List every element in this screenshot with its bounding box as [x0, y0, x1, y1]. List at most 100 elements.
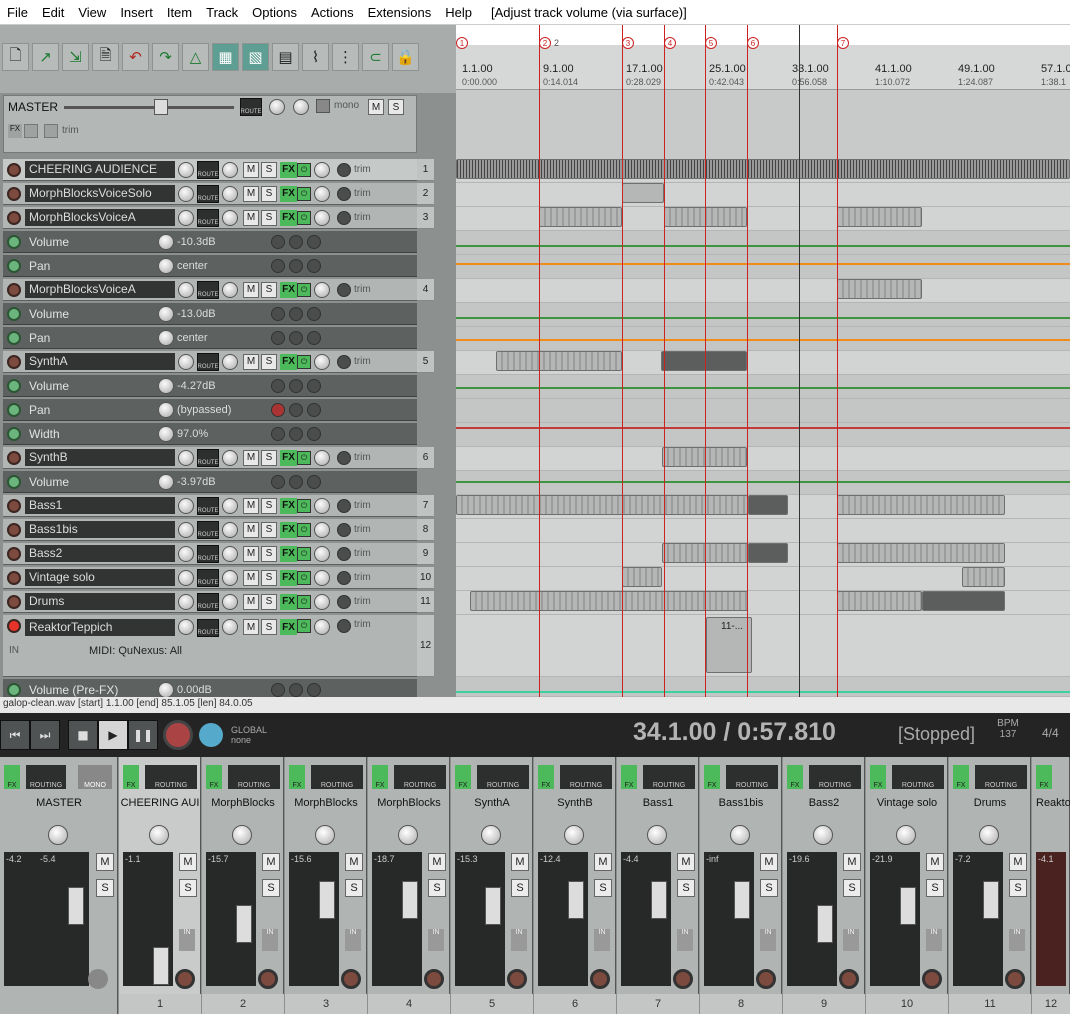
- envelope-lane[interactable]: [456, 303, 1070, 327]
- mute-button[interactable]: M: [262, 853, 280, 871]
- track-name[interactable]: MorphBlocksVoiceA: [25, 209, 175, 226]
- envelope-arm-icon[interactable]: [7, 402, 21, 417]
- record-arm-button[interactable]: [7, 522, 21, 537]
- volume-fader[interactable]: [319, 881, 335, 919]
- fx-button[interactable]: FX: [280, 281, 297, 298]
- track-name[interactable]: ReaktorTeppich: [25, 619, 175, 636]
- phase-icon[interactable]: [314, 521, 330, 538]
- pan-knob[interactable]: [149, 825, 169, 845]
- volume-knob[interactable]: [222, 449, 238, 466]
- master-fader[interactable]: [68, 887, 84, 925]
- route-button[interactable]: ROUTE: [197, 184, 219, 203]
- phase-icon[interactable]: [314, 353, 330, 370]
- go-to-end-button[interactable]: ⏭: [30, 720, 60, 750]
- phase-icon[interactable]: [314, 497, 330, 514]
- menu-view[interactable]: View: [71, 5, 113, 20]
- envelope-icon[interactable]: [337, 594, 351, 609]
- master-routing-button[interactable]: ROUTING: [26, 765, 66, 789]
- routing-button[interactable]: ROUTING: [892, 765, 944, 789]
- volume-knob[interactable]: [222, 209, 238, 226]
- mute-button[interactable]: M: [243, 209, 259, 226]
- menu-file[interactable]: File: [0, 5, 35, 20]
- phase-icon[interactable]: [314, 281, 330, 298]
- record-arm-button[interactable]: [756, 969, 776, 989]
- envelope-lane[interactable]: [456, 231, 1070, 255]
- metronome-icon[interactable]: △: [182, 43, 209, 71]
- envelope-lane-volume[interactable]: Volume -3.97dB: [3, 471, 417, 493]
- record-arm-button[interactable]: [341, 969, 361, 989]
- midi-item[interactable]: [539, 207, 622, 227]
- pan-knob[interactable]: [178, 545, 194, 562]
- master-pan-knob[interactable]: [269, 99, 285, 115]
- fx-button[interactable]: FX: [123, 765, 139, 789]
- solo-button[interactable]: S: [261, 281, 277, 298]
- solo-button[interactable]: S: [262, 879, 280, 897]
- fx-button[interactable]: FX: [280, 161, 297, 178]
- envelope-icon[interactable]: [337, 498, 351, 513]
- solo-button[interactable]: S: [261, 521, 277, 538]
- midi-item[interactable]: [748, 543, 788, 563]
- input-button[interactable]: IN: [428, 929, 444, 951]
- master-solo-button[interactable]: S: [96, 879, 114, 897]
- stop-button[interactable]: ■: [68, 720, 98, 750]
- record-arm-button[interactable]: [7, 594, 21, 609]
- envelope-bypass-icon[interactable]: [271, 426, 285, 441]
- fx-button[interactable]: FX: [621, 765, 637, 789]
- envelope-lane-pan[interactable]: Pan center: [3, 327, 417, 349]
- solo-button[interactable]: S: [261, 497, 277, 514]
- input-button[interactable]: IN: [262, 929, 278, 951]
- volume-fader[interactable]: [236, 905, 252, 943]
- envelope-bypass-icon[interactable]: [271, 234, 285, 249]
- volume-knob[interactable]: [222, 569, 238, 586]
- envelope-arm-icon[interactable]: [7, 378, 21, 393]
- midi-item[interactable]: [837, 279, 922, 299]
- master-route-button[interactable]: ROUTE: [240, 98, 262, 116]
- input-button[interactable]: IN: [760, 929, 776, 951]
- menu-extensions[interactable]: Extensions: [361, 5, 439, 20]
- envelope-knob[interactable]: [158, 233, 174, 250]
- envelope-arm-icon[interactable]: [7, 330, 21, 345]
- mute-button[interactable]: M: [1009, 853, 1027, 871]
- time-signature[interactable]: 4/4: [1042, 726, 1059, 740]
- envelope-bypass-icon[interactable]: [271, 330, 285, 345]
- pause-button[interactable]: ❚❚: [128, 720, 158, 750]
- envelope-settings-icon[interactable]: [289, 378, 303, 393]
- fx-power-icon[interactable]: ⏻: [297, 162, 311, 177]
- pan-envelope-line[interactable]: [456, 339, 1070, 341]
- item-grouping-icon[interactable]: ⋮: [332, 43, 359, 71]
- envelope-settings-icon[interactable]: [289, 234, 303, 249]
- envelope-lane-pan[interactable]: Pan (bypassed): [3, 399, 417, 421]
- envelope-knob[interactable]: [158, 401, 174, 418]
- route-button[interactable]: ROUTE: [197, 544, 219, 563]
- track-lane[interactable]: [456, 519, 1070, 543]
- track-name[interactable]: Bass2: [25, 545, 175, 562]
- phase-icon[interactable]: [314, 185, 330, 202]
- routing-button[interactable]: ROUTING: [228, 765, 280, 789]
- envelope-knob[interactable]: [158, 425, 174, 442]
- volume-fader[interactable]: [734, 881, 750, 919]
- routing-button[interactable]: ROUTING: [311, 765, 363, 789]
- pan-knob[interactable]: [178, 353, 194, 370]
- grid-icon[interactable]: ▤: [272, 43, 299, 71]
- open-project-icon[interactable]: ↗: [32, 43, 59, 71]
- envelope-lane-volume-prefx[interactable]: Volume (Pre-FX) 0.00dB: [3, 679, 417, 697]
- volume-fader[interactable]: [485, 887, 501, 925]
- record-arm-button[interactable]: [673, 969, 693, 989]
- pan-knob[interactable]: [178, 185, 194, 202]
- solo-button[interactable]: S: [261, 185, 277, 202]
- envelope-settings-icon[interactable]: [289, 402, 303, 417]
- envelope-lane-width[interactable]: Width 97.0%: [3, 423, 417, 445]
- mute-button[interactable]: M: [243, 619, 259, 635]
- input-button[interactable]: IN: [1009, 929, 1025, 951]
- envelope-icon[interactable]: [337, 354, 351, 369]
- input-button[interactable]: IN: [511, 929, 527, 951]
- solo-button[interactable]: S: [179, 879, 197, 897]
- record-button[interactable]: [163, 720, 193, 750]
- master-fx-power-icon[interactable]: [24, 124, 38, 138]
- track-name[interactable]: MorphBlocksVoiceSolo: [25, 185, 175, 202]
- marker-2[interactable]: 2: [539, 37, 551, 49]
- track-lane[interactable]: [456, 159, 1070, 183]
- master-mono-button[interactable]: MONO: [78, 765, 112, 789]
- solo-button[interactable]: S: [594, 879, 612, 897]
- master-volume-slider[interactable]: [64, 106, 234, 109]
